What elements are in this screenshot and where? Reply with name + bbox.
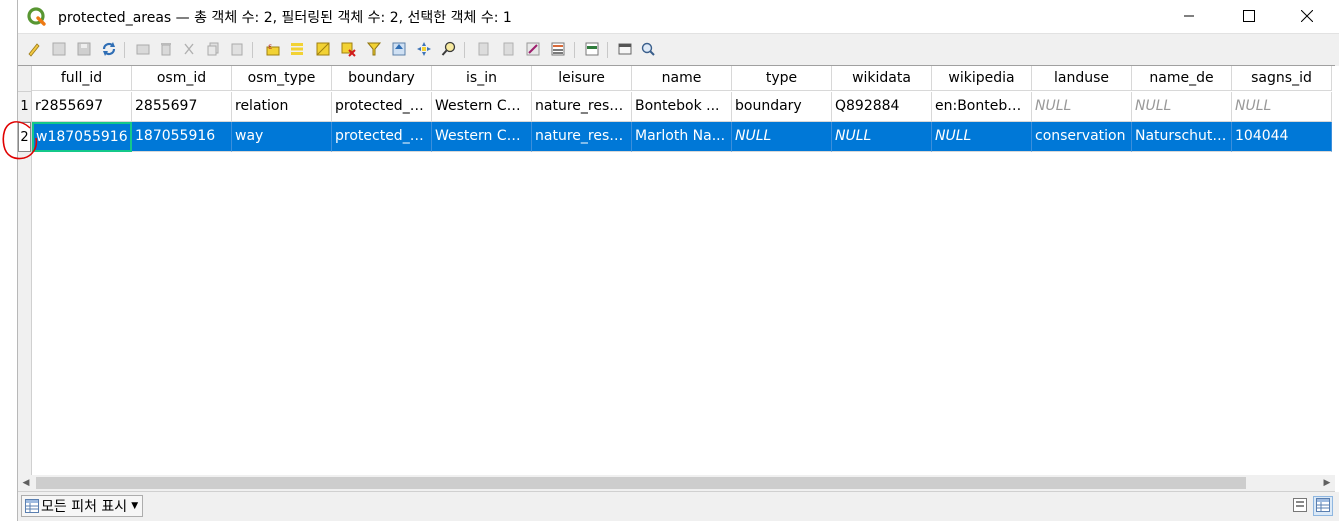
table-cell[interactable]: protected_a... xyxy=(332,92,432,122)
delete-field-icon[interactable] xyxy=(501,41,517,57)
attribute-toolbar: ε xyxy=(18,33,1339,66)
chevron-down-icon: ▼ xyxy=(131,501,139,511)
zoom-to-selection-icon[interactable] xyxy=(441,41,457,57)
title-bar: protected_areas — 총 객체 수: 2, 필터링된 객체 수: … xyxy=(18,0,1339,33)
column-header-leisure[interactable]: leisure xyxy=(532,66,632,91)
table-cell-null[interactable]: NULL xyxy=(932,122,1032,152)
close-icon xyxy=(1301,10,1313,22)
deselect-all-icon[interactable] xyxy=(340,41,356,57)
table-corner[interactable] xyxy=(18,66,32,92)
column-header-is-in[interactable]: is_in xyxy=(432,66,532,91)
window-title: protected_areas — 총 객체 수: 2, 필터링된 객체 수: … xyxy=(58,10,512,26)
svg-text:ε: ε xyxy=(268,42,272,51)
column-header-landuse[interactable]: landuse xyxy=(1032,66,1132,91)
close-button[interactable] xyxy=(1278,0,1336,32)
table-cell[interactable]: conservation xyxy=(1032,122,1132,152)
form-icon[interactable] xyxy=(640,41,656,57)
table-cell[interactable]: Bontebok ... xyxy=(632,92,732,122)
qgis-icon xyxy=(27,7,47,27)
toolbar-separator xyxy=(252,42,253,58)
attribute-table: full_id osm_id osm_type boundary is_in l… xyxy=(18,65,1335,477)
column-header-name-de[interactable]: name_de xyxy=(1132,66,1232,91)
paste-icon[interactable] xyxy=(229,41,245,57)
column-header-boundary[interactable]: boundary xyxy=(332,66,432,91)
table-cell[interactable]: boundary xyxy=(732,92,832,122)
new-field-icon[interactable] xyxy=(476,41,492,57)
table-cell-null[interactable]: NULL xyxy=(1132,92,1232,122)
toolbar-separator xyxy=(464,42,465,58)
table-cell[interactable]: Western Ca... xyxy=(432,122,532,152)
column-header-wikipedia[interactable]: wikipedia xyxy=(932,66,1032,91)
horizontal-scrollbar[interactable]: ◀ ▶ xyxy=(18,475,1335,492)
table-view-icon xyxy=(1316,497,1330,516)
maximize-button[interactable] xyxy=(1220,0,1278,32)
delete-feature-icon[interactable] xyxy=(158,41,174,57)
table-cell-null[interactable]: NULL xyxy=(1032,92,1132,122)
toggle-editing-icon[interactable] xyxy=(26,41,42,57)
toolbar-separator xyxy=(607,42,608,58)
select-all-icon[interactable] xyxy=(289,41,305,57)
scroll-left-icon[interactable]: ◀ xyxy=(18,475,34,491)
scroll-right-icon[interactable]: ▶ xyxy=(1319,475,1335,491)
field-calculator-icon[interactable] xyxy=(525,41,541,57)
column-header-name[interactable]: name xyxy=(632,66,732,91)
row-number[interactable]: 2 xyxy=(18,122,31,152)
column-header-wikidata[interactable]: wikidata xyxy=(832,66,932,91)
table-cell[interactable]: r2855697 xyxy=(32,92,132,122)
minimize-icon xyxy=(1183,10,1195,22)
table-cell[interactable]: protected_a... xyxy=(332,122,432,152)
invert-selection-icon[interactable] xyxy=(315,41,331,57)
table-cell[interactable]: Western Ca... xyxy=(432,92,532,122)
column-header-type[interactable]: type xyxy=(732,66,832,91)
dock-icon[interactable] xyxy=(584,41,600,57)
table-cell[interactable]: way xyxy=(232,122,332,152)
reload-icon[interactable] xyxy=(101,41,117,57)
toolbar-separator xyxy=(574,42,575,58)
actions-icon[interactable] xyxy=(617,41,633,57)
copy-icon[interactable] xyxy=(205,41,221,57)
bottom-bar: 모든 피처 표시 ▼ xyxy=(18,492,1339,521)
table-cell[interactable]: Q892884 xyxy=(832,92,932,122)
table-filter-icon xyxy=(25,499,39,513)
maximize-icon xyxy=(1243,10,1255,22)
table-cell-null[interactable]: NULL xyxy=(1232,92,1332,122)
table-cell[interactable]: 187055916 xyxy=(132,122,232,152)
table-cell[interactable]: Naturschutz... xyxy=(1132,122,1232,152)
table-cell[interactable]: 104044 xyxy=(1232,122,1332,152)
table-view-button[interactable] xyxy=(1313,496,1333,516)
form-view-icon xyxy=(1293,497,1307,516)
scrollbar-thumb[interactable] xyxy=(36,477,1246,489)
table-cell[interactable]: relation xyxy=(232,92,332,122)
column-header-full-id[interactable]: full_id xyxy=(32,66,132,91)
filter-select-icon[interactable] xyxy=(366,41,382,57)
cut-icon[interactable] xyxy=(181,41,197,57)
save-edits-icon[interactable] xyxy=(76,41,92,57)
table-cell[interactable]: nature_rese... xyxy=(532,92,632,122)
table-cell-null[interactable]: NULL xyxy=(732,122,832,152)
column-header-osm-type[interactable]: osm_type xyxy=(232,66,332,91)
move-selection-top-icon[interactable] xyxy=(391,41,407,57)
table-cell-null[interactable]: NULL xyxy=(832,122,932,152)
form-view-button[interactable] xyxy=(1290,496,1310,516)
table-cell[interactable]: 2855697 xyxy=(132,92,232,122)
select-by-expression-icon[interactable]: ε xyxy=(265,41,281,57)
toolbar-separator xyxy=(124,42,125,58)
column-header-sagns-id[interactable]: sagns_id xyxy=(1232,66,1332,91)
minimize-button[interactable] xyxy=(1160,0,1218,32)
table-cell[interactable]: nature_rese... xyxy=(532,122,632,152)
table-cell[interactable]: en:Bontebo... xyxy=(932,92,1032,122)
table-cell-focused[interactable]: w187055916 xyxy=(32,122,132,152)
multi-edit-icon[interactable] xyxy=(51,41,67,57)
conditional-formatting-icon[interactable] xyxy=(550,41,566,57)
feature-filter-dropdown[interactable]: 모든 피처 표시 ▼ xyxy=(21,495,144,517)
pan-to-selection-icon[interactable] xyxy=(416,41,432,57)
feature-filter-label: 모든 피처 표시 xyxy=(41,499,128,515)
add-feature-icon[interactable] xyxy=(135,41,151,57)
row-number[interactable]: 1 xyxy=(18,92,31,122)
column-header-osm-id[interactable]: osm_id xyxy=(132,66,232,91)
table-cell[interactable]: Marloth Na... xyxy=(632,122,732,152)
